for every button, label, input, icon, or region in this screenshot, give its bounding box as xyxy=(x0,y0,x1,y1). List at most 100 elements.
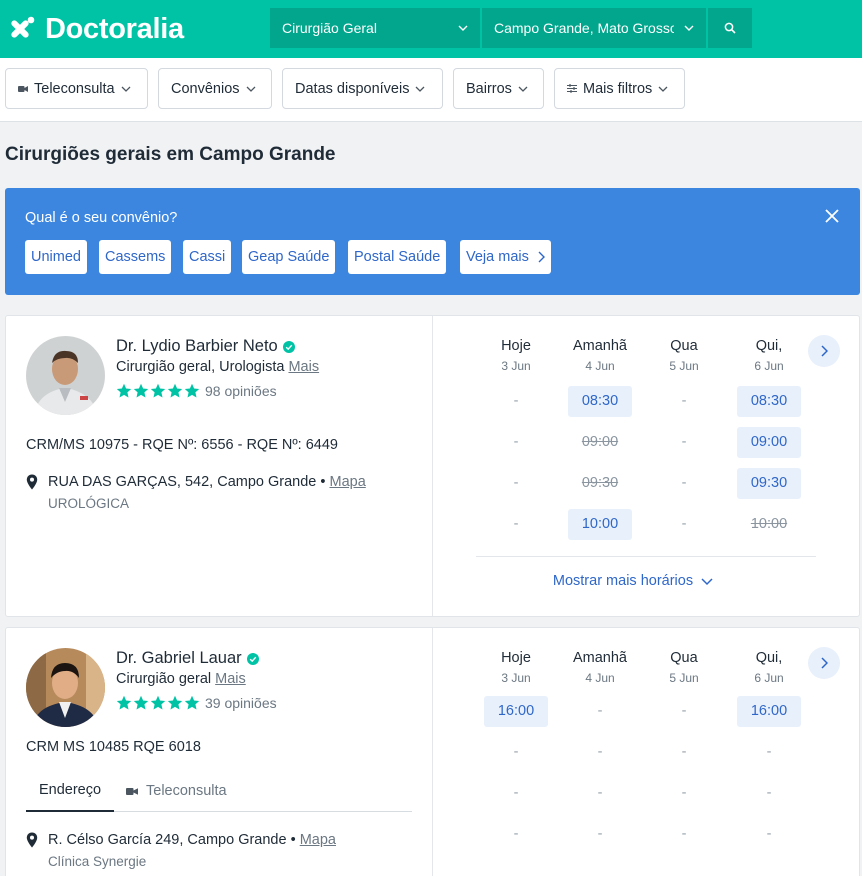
registration-number: CRM/MS 10975 - RQE Nº: 6556 - RQE Nº: 64… xyxy=(26,437,338,453)
insurance-option[interactable]: Cassems xyxy=(99,240,172,274)
time-slot-empty: - xyxy=(681,475,687,491)
avatar[interactable] xyxy=(26,336,105,415)
tab-telehealth[interactable]: Teleconsulta xyxy=(126,770,227,812)
time-slot: 10:00 xyxy=(750,516,788,532)
time-slot[interactable]: 09:30 xyxy=(737,468,801,499)
time-slot-empty: - xyxy=(766,826,772,842)
filter-telehealth[interactable]: Teleconsulta xyxy=(5,68,148,109)
show-more-times-button[interactable]: Mostrar mais horários xyxy=(446,573,820,589)
tab-address[interactable]: Endereço xyxy=(26,770,114,812)
video-camera-icon xyxy=(18,85,28,92)
location-tabs: Endereço Teleconsulta xyxy=(26,770,412,812)
insurance-question: Qual é o seu convênio? xyxy=(25,210,178,226)
filter-dates[interactable]: Datas disponíveis xyxy=(282,68,443,109)
filter-neighborhoods[interactable]: Bairros xyxy=(453,68,544,109)
close-icon[interactable] xyxy=(824,208,840,224)
day-name: Qua xyxy=(670,338,698,354)
time-slot[interactable]: 09:00 xyxy=(737,427,801,458)
time-slot[interactable]: 08:30 xyxy=(737,386,801,417)
time-slot[interactable]: 16:00 xyxy=(484,696,548,727)
doctor-name[interactable]: Dr. Gabriel Lauar xyxy=(116,649,259,668)
time-slot[interactable]: 16:00 xyxy=(737,696,801,727)
day-name: Qua xyxy=(670,650,698,666)
search-button[interactable] xyxy=(708,8,752,48)
insurance-option[interactable]: Postal Saúde xyxy=(348,240,447,274)
verified-icon xyxy=(246,652,259,665)
location-select[interactable]: Campo Grande, Mato Grosso do Sul xyxy=(482,8,706,48)
clinic-name: Clínica Synergie xyxy=(48,854,147,869)
time-slot-empty: - xyxy=(681,785,687,801)
insurance-see-more-label: Veja mais xyxy=(466,249,529,265)
chevron-down-icon xyxy=(415,86,425,92)
next-days-button[interactable] xyxy=(808,335,840,367)
doctor-rating[interactable]: 98 opiniões xyxy=(116,383,277,399)
clinic-name: UROLÓGICA xyxy=(48,496,130,511)
star-icon xyxy=(133,383,149,398)
day-date: 5 Jun xyxy=(669,359,699,373)
specialty-select[interactable]: Cirurgião Geral xyxy=(270,8,480,48)
insurance-see-more-button[interactable]: Veja mais xyxy=(460,240,551,274)
search-icon xyxy=(724,22,736,34)
calendar-day-header: Qui, 6 Jun xyxy=(737,628,801,685)
next-days-button[interactable] xyxy=(808,647,840,679)
address-text: RUA DAS GARÇAS, 542, Campo Grande • xyxy=(48,474,326,490)
location-value: Campo Grande, Mato Grosso do Sul xyxy=(494,20,674,36)
time-slot-empty: - xyxy=(513,826,519,842)
star-icon xyxy=(116,383,132,398)
availability-calendar: Hoje 3 Jun Amanhã 4 Jun Qua 5 Jun Qui, 6… xyxy=(446,628,854,876)
day-date: 6 Jun xyxy=(754,359,784,373)
filter-dates-label: Datas disponíveis xyxy=(295,80,410,97)
star-icon xyxy=(133,695,149,710)
star-icon xyxy=(150,695,166,710)
doctor-specialties: Cirurgião geral Mais xyxy=(116,671,246,687)
day-date: 3 Jun xyxy=(501,671,531,685)
address-block: RUA DAS GARÇAS, 542, Campo Grande • Mapa… xyxy=(26,474,366,511)
rating-stars xyxy=(116,695,200,711)
show-more-times-label: Mostrar mais horários xyxy=(552,573,694,589)
calendar-day-header: Amanhã 4 Jun xyxy=(568,628,632,685)
sliders-icon xyxy=(567,84,577,93)
map-link[interactable]: Mapa xyxy=(330,474,366,490)
search-bar: Cirurgião Geral Campo Grande, Mato Gross… xyxy=(270,8,752,48)
video-camera-icon xyxy=(126,787,138,795)
chevron-down-icon xyxy=(518,86,528,92)
time-slot: 09:00 xyxy=(581,434,619,450)
address-block: R. Célso García 249, Campo Grande • Mapa… xyxy=(26,832,336,869)
verified-icon xyxy=(282,340,295,353)
calendar-day-header: Qua 5 Jun xyxy=(652,316,716,373)
filter-neighborhoods-label: Bairros xyxy=(466,80,512,97)
time-slot-empty: - xyxy=(766,744,772,760)
doctoralia-logo[interactable]: Doctoralia xyxy=(6,12,184,46)
more-specialties-link[interactable]: Mais xyxy=(288,359,319,375)
day-name: Qui, xyxy=(755,650,783,666)
insurance-option[interactable]: Geap Saúde xyxy=(242,240,336,274)
day-name: Hoje xyxy=(501,338,531,354)
time-slot-empty: - xyxy=(766,785,772,801)
filter-insurance[interactable]: Convênios xyxy=(158,68,272,109)
doctor-rating[interactable]: 39 opiniões xyxy=(116,695,277,711)
chevron-down-icon xyxy=(701,578,713,586)
insurance-option[interactable]: Unimed xyxy=(25,240,87,274)
star-icon xyxy=(184,383,200,398)
time-slot-empty: - xyxy=(681,393,687,409)
time-slot-empty: - xyxy=(513,744,519,760)
day-name: Amanhã xyxy=(572,650,627,666)
time-slot-empty: - xyxy=(513,475,519,491)
day-date: 4 Jun xyxy=(585,671,615,685)
filter-more[interactable]: Mais filtros xyxy=(554,68,685,109)
avatar[interactable] xyxy=(26,648,105,727)
doctor-name-text: Dr. Gabriel Lauar xyxy=(116,649,242,667)
time-slot[interactable]: 08:30 xyxy=(568,386,632,417)
card-divider xyxy=(432,316,433,616)
doctor-name[interactable]: Dr. Lydio Barbier Neto xyxy=(116,337,295,356)
time-slot[interactable]: 10:00 xyxy=(568,509,632,540)
map-link[interactable]: Mapa xyxy=(300,832,336,848)
time-slot-empty: - xyxy=(681,703,687,719)
insurance-banner: Qual é o seu convênio? Unimed Cassems Ca… xyxy=(5,188,860,295)
insurance-option[interactable]: Cassi xyxy=(183,240,232,274)
star-icon xyxy=(167,695,183,710)
more-specialties-link[interactable]: Mais xyxy=(215,671,246,687)
tab-telehealth-label: Teleconsulta xyxy=(146,783,227,799)
time-slot-empty: - xyxy=(681,516,687,532)
calendar-day-header: Amanhã 4 Jun xyxy=(568,316,632,373)
